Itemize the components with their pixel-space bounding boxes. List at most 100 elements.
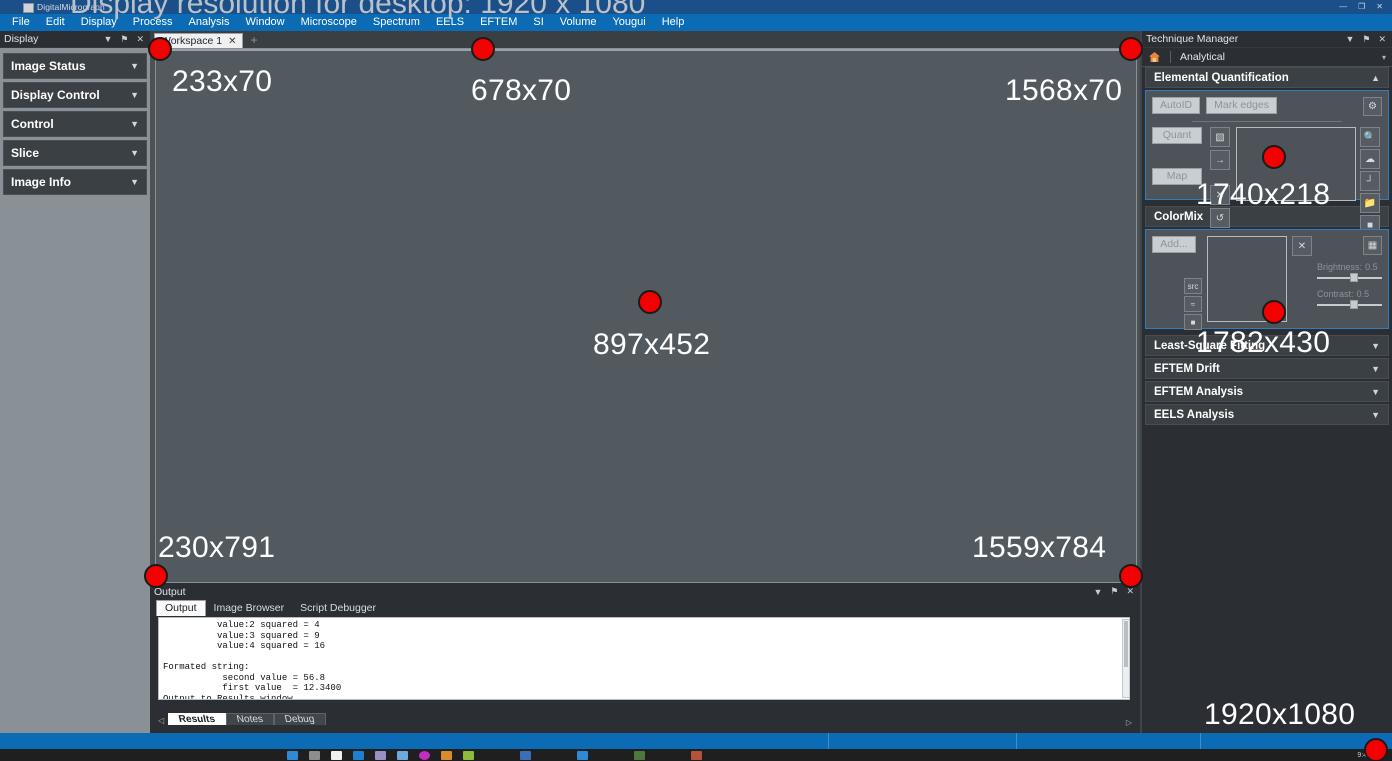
scroll-right-icon[interactable]: ▷	[1126, 718, 1132, 727]
chevron-toggle-icon[interactable]: ▼	[1371, 410, 1380, 420]
step-icon[interactable]: ┘	[1360, 171, 1380, 191]
menu-item-volume[interactable]: Volume	[552, 14, 605, 31]
taskbar-icon-10[interactable]	[520, 750, 531, 760]
quant-button[interactable]: Quant	[1152, 127, 1202, 144]
colormix-preview[interactable]	[1207, 236, 1287, 322]
map-button[interactable]: Map	[1152, 168, 1202, 185]
menu-item-window[interactable]: Window	[238, 14, 293, 31]
mark-edges-button[interactable]: Mark edges	[1206, 97, 1277, 114]
contrast-slider[interactable]	[1317, 300, 1382, 309]
chevron-toggle-icon[interactable]: ▼	[1371, 387, 1380, 397]
chevron-down-icon[interactable]: ▼	[130, 61, 139, 71]
chevron-down-icon[interactable]: ▼	[130, 119, 139, 129]
workspace-tab[interactable]: Workspace 1 ✕	[154, 33, 244, 48]
chevron-toggle-icon[interactable]: ▼	[1371, 364, 1380, 374]
quantification-preview[interactable]	[1236, 127, 1356, 201]
output-scrollbar-thumb[interactable]	[1124, 621, 1128, 667]
output-tab-output[interactable]: Output	[156, 600, 206, 616]
grayscale-icon[interactable]: ■	[1184, 314, 1202, 330]
chevron-down-icon[interactable]: ▼	[130, 148, 139, 158]
technique-selector-bar[interactable]: Analytical ▾	[1142, 48, 1392, 67]
refresh-icon[interactable]: ↺	[1210, 208, 1230, 228]
display-section-display-control[interactable]: Display Control ▼	[3, 82, 147, 108]
menu-item-help[interactable]: Help	[654, 14, 693, 31]
menu-item-si[interactable]: SI	[525, 14, 551, 31]
technique-section-eftem-drift[interactable]: EFTEM Drift ▼	[1145, 358, 1389, 379]
save-spectrum-icon[interactable]: ▧	[1210, 127, 1230, 147]
chevron-down-icon[interactable]: ▾	[1382, 53, 1386, 62]
display-section-control[interactable]: Control ▼	[3, 111, 147, 137]
taskbar-icon-3[interactable]	[331, 750, 342, 760]
menu-item-process[interactable]: Process	[125, 14, 181, 31]
chevron-down-icon[interactable]: ▼	[1093, 587, 1102, 597]
menu-item-microscope[interactable]: Microscope	[293, 14, 365, 31]
scroll-left-icon[interactable]: ◁	[158, 716, 168, 727]
autoid-button[interactable]: AutoID	[1152, 97, 1201, 114]
workspace-tab-close-icon[interactable]: ✕	[228, 36, 236, 47]
menu-item-edit[interactable]: Edit	[38, 14, 73, 31]
background-icon[interactable]: ☁	[1360, 149, 1380, 169]
chevron-down-icon[interactable]: ▼	[130, 90, 139, 100]
output-scrollbar[interactable]	[1122, 619, 1130, 698]
menu-item-yougui[interactable]: Yougui	[604, 14, 653, 31]
pin-icon[interactable]: ⚑	[120, 34, 128, 45]
add-workspace-button[interactable]: +	[243, 33, 264, 48]
close-icon[interactable]: ✕	[1126, 586, 1134, 597]
chevron-down-icon[interactable]: ▼	[1345, 34, 1354, 44]
menu-item-analysis[interactable]: Analysis	[181, 14, 238, 31]
pin-icon[interactable]: ⚑	[1362, 34, 1370, 45]
delete-icon[interactable]: ✕	[1210, 185, 1230, 205]
home-icon[interactable]	[1148, 51, 1161, 63]
menu-item-spectrum[interactable]: Spectrum	[365, 14, 428, 31]
chevron-down-icon[interactable]: ▼	[130, 177, 139, 187]
arrow-right-icon[interactable]: →	[1210, 150, 1230, 170]
zoom-icon[interactable]: 🔍	[1360, 127, 1380, 147]
taskbar-icon-1[interactable]	[287, 750, 298, 760]
taskbar-icon-4[interactable]	[353, 750, 364, 760]
gear-icon[interactable]: ⚙	[1363, 97, 1382, 116]
taskbar-icon-12[interactable]	[634, 750, 645, 760]
technique-section-eftem-analysis[interactable]: EFTEM Analysis ▼	[1145, 381, 1389, 402]
colormap-icon[interactable]: ≈	[1184, 296, 1202, 312]
technique-section-least-square-fitting[interactable]: Least-Square Fitting ▼	[1145, 335, 1389, 356]
open-folder-icon[interactable]: 📁	[1360, 193, 1380, 213]
results-tab-results[interactable]: Results	[168, 713, 227, 725]
results-tab-debug[interactable]: Debug	[274, 713, 326, 725]
close-icon[interactable]: ✕	[1378, 34, 1386, 45]
technique-manager-header: Technique Manager ▼ ⚑ ✕	[1142, 31, 1392, 48]
display-section-image-info[interactable]: Image Info ▼	[3, 169, 147, 195]
output-tab-script-debugger[interactable]: Script Debugger	[292, 601, 384, 616]
add-button[interactable]: Add...	[1152, 236, 1196, 253]
output-tab-image-browser[interactable]: Image Browser	[206, 601, 293, 616]
palette-icon[interactable]: ▦	[1363, 236, 1382, 255]
chevron-toggle-icon[interactable]: ▼	[1371, 341, 1380, 351]
taskbar-icon-6[interactable]	[397, 750, 408, 760]
close-icon[interactable]: ✕	[1292, 236, 1312, 256]
technique-section-elemental-quantification[interactable]: Elemental Quantification ▲	[1145, 67, 1389, 88]
taskbar-icon-11[interactable]	[577, 750, 588, 760]
window-close-button[interactable]: ✕	[1376, 0, 1383, 14]
window-minimize-button[interactable]: —	[1339, 0, 1347, 14]
brightness-slider[interactable]	[1317, 273, 1382, 282]
chevron-toggle-icon[interactable]: ▲	[1371, 73, 1380, 83]
display-section-slice[interactable]: Slice ▼	[3, 140, 147, 166]
menu-item-display[interactable]: Display	[73, 14, 125, 31]
taskbar-icon-5[interactable]	[375, 750, 386, 760]
window-maximize-button[interactable]: ❐	[1358, 0, 1365, 14]
taskbar-icon-7[interactable]	[419, 750, 430, 760]
pin-icon[interactable]: ⚑	[1110, 586, 1118, 597]
src-icon[interactable]: src	[1184, 278, 1202, 294]
taskbar-icon-9[interactable]	[463, 750, 474, 760]
chevron-down-icon[interactable]: ▼	[103, 34, 112, 44]
display-section-image-status[interactable]: Image Status ▼	[3, 53, 147, 79]
taskbar-icon-2[interactable]	[309, 750, 320, 760]
taskbar-icon-13[interactable]	[691, 750, 702, 760]
menu-item-file[interactable]: File	[4, 14, 38, 31]
workspace-canvas[interactable]	[155, 48, 1137, 583]
technique-section-eels-analysis[interactable]: EELS Analysis ▼	[1145, 404, 1389, 425]
menu-item-eels[interactable]: EELS	[428, 14, 472, 31]
menu-item-eftem[interactable]: EFTEM	[472, 14, 525, 31]
close-icon[interactable]: ✕	[136, 34, 144, 45]
taskbar-icon-8[interactable]	[441, 750, 452, 760]
results-tab-notes[interactable]: Notes	[226, 713, 275, 725]
